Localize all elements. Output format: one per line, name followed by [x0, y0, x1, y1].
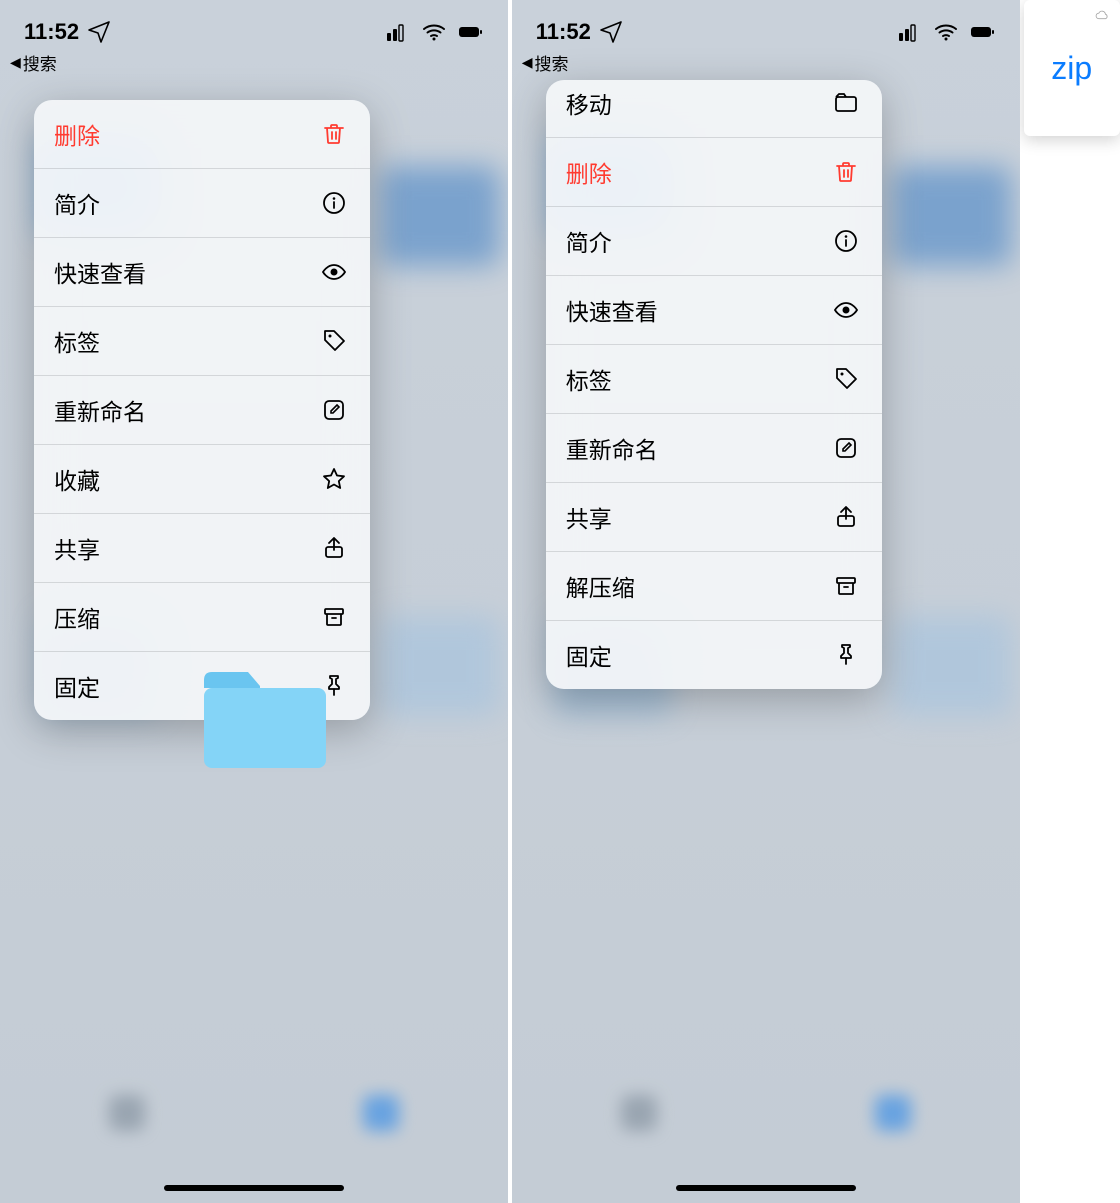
tab-browse-icon[interactable]	[875, 1095, 911, 1131]
menu-label: 收藏	[54, 462, 100, 496]
menu-label: 简介	[54, 186, 100, 220]
info-icon	[832, 227, 860, 255]
menu-label: 共享	[566, 500, 612, 534]
home-indicator[interactable]	[676, 1185, 856, 1191]
back-nav[interactable]: ◀ 搜索	[512, 50, 1020, 75]
menu-label: 快速查看	[54, 255, 146, 289]
menu-label: 重新命名	[54, 393, 146, 427]
folder-preview[interactable]	[198, 666, 332, 774]
share-icon	[320, 534, 348, 562]
eye-icon	[832, 296, 860, 324]
status-time: 11:52	[24, 19, 79, 45]
menu-label: 删除	[54, 117, 100, 151]
signal-icon	[896, 18, 924, 46]
menu-item-share[interactable]: 共享	[546, 483, 882, 552]
menu-item-rename[interactable]: 重新命名	[546, 414, 882, 483]
back-caret-icon: ◀	[522, 54, 533, 71]
menu-item-delete[interactable]: 删除	[34, 100, 370, 169]
trash-icon	[320, 120, 348, 148]
wifi-icon	[420, 18, 448, 46]
menu-item-tags[interactable]: 标签	[546, 345, 882, 414]
tag-icon	[832, 365, 860, 393]
status-bar: 11:52	[512, 0, 1020, 50]
phone-right: 11:52 ◀ 搜索 移动 删除 简介 快速查看	[512, 0, 1020, 1203]
menu-label: 共享	[54, 531, 100, 565]
menu-label: 删除	[566, 155, 612, 189]
back-label: 搜索	[23, 50, 57, 75]
phone-left: 11:52 ◀ 搜索 删除 简介 快速查看 标签	[0, 0, 508, 1203]
tab-bar	[0, 1063, 508, 1163]
signal-icon	[384, 18, 412, 46]
menu-item-rename[interactable]: 重新命名	[34, 376, 370, 445]
tab-browse-icon[interactable]	[363, 1095, 399, 1131]
back-caret-icon: ◀	[10, 54, 21, 71]
menu-label: 压缩	[54, 600, 100, 634]
menu-item-decompress[interactable]: 解压缩	[546, 552, 882, 621]
tab-bar	[512, 1063, 1020, 1163]
trash-icon	[832, 158, 860, 186]
context-menu: 删除 简介 快速查看 标签 重新命名 收藏 共享 压缩	[34, 100, 370, 720]
battery-icon	[456, 18, 484, 46]
tab-recent-icon[interactable]	[621, 1095, 657, 1131]
menu-label: 解压缩	[566, 569, 635, 603]
zip-file-preview[interactable]: zip	[1024, 0, 1120, 136]
folder-icon	[198, 666, 332, 774]
menu-label: 标签	[566, 362, 612, 396]
menu-item-tags[interactable]: 标签	[34, 307, 370, 376]
status-time: 11:52	[536, 19, 591, 45]
status-bar: 11:52	[0, 0, 508, 50]
menu-label: 移动	[566, 86, 612, 120]
back-nav[interactable]: ◀ 搜索	[0, 50, 508, 75]
pin-icon	[832, 641, 860, 669]
archive-icon	[320, 603, 348, 631]
menu-label: 标签	[54, 324, 100, 358]
menu-item-info[interactable]: 简介	[34, 169, 370, 238]
menu-label: 固定	[566, 638, 612, 672]
menu-item-compress[interactable]: 压缩	[34, 583, 370, 652]
menu-item-favorite[interactable]: 收藏	[34, 445, 370, 514]
home-indicator[interactable]	[164, 1185, 344, 1191]
info-icon	[320, 189, 348, 217]
menu-item-quicklook[interactable]: 快速查看	[546, 276, 882, 345]
eye-icon	[320, 258, 348, 286]
menu-item-delete[interactable]: 删除	[546, 138, 882, 207]
battery-icon	[968, 18, 996, 46]
context-menu: 移动 删除 简介 快速查看 标签 重新命名 共享 解压缩	[546, 80, 882, 689]
menu-item-move[interactable]: 移动	[546, 80, 882, 138]
wifi-icon	[932, 18, 960, 46]
folder-move-icon	[832, 89, 860, 117]
star-icon	[320, 465, 348, 493]
back-label: 搜索	[535, 50, 569, 75]
menu-label: 重新命名	[566, 431, 658, 465]
edit-icon	[832, 434, 860, 462]
zip-label: zip	[1051, 50, 1092, 87]
tab-recent-icon[interactable]	[109, 1095, 145, 1131]
location-icon	[597, 18, 625, 46]
menu-item-info[interactable]: 简介	[546, 207, 882, 276]
archive-icon	[832, 572, 860, 600]
menu-label: 固定	[54, 669, 100, 703]
share-icon	[832, 503, 860, 531]
location-icon	[85, 18, 113, 46]
menu-item-share[interactable]: 共享	[34, 514, 370, 583]
menu-item-pin[interactable]: 固定	[546, 621, 882, 689]
tag-icon	[320, 327, 348, 355]
edit-icon	[320, 396, 348, 424]
menu-item-quicklook[interactable]: 快速查看	[34, 238, 370, 307]
cloud-icon	[1094, 8, 1112, 20]
menu-label: 简介	[566, 224, 612, 258]
menu-label: 快速查看	[566, 293, 658, 327]
